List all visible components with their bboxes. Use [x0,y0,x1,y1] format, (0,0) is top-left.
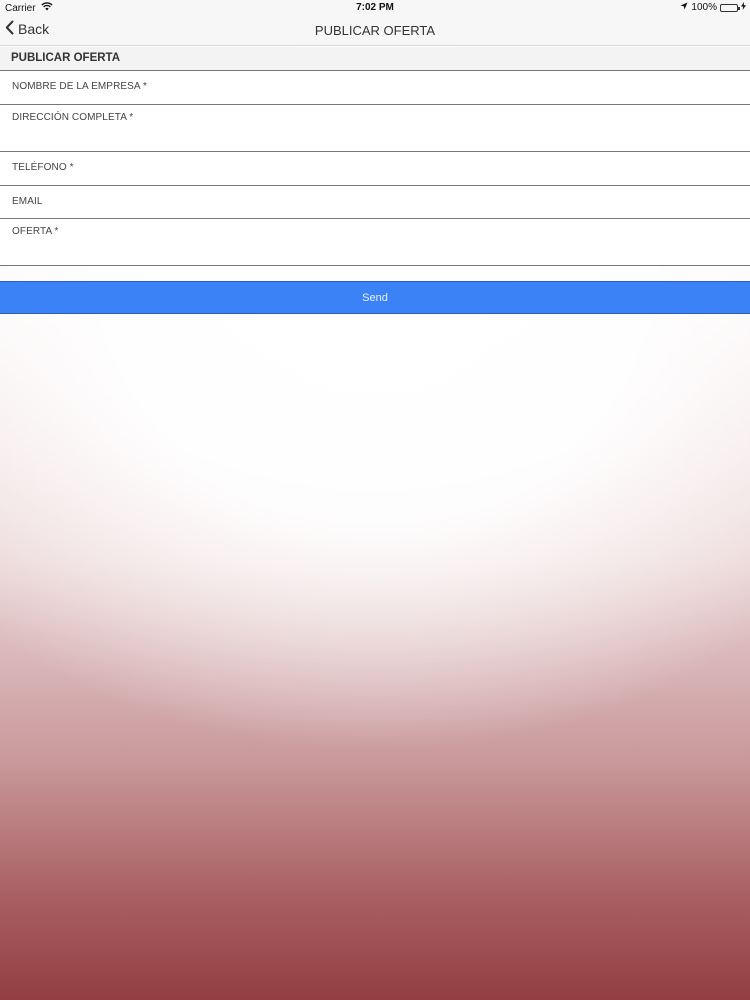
offer-label: OFERTA * [12,226,59,237]
page-title: PUBLICAR OFERTA [314,23,436,38]
navigation-bar: Back PUBLICAR OFERTA [0,16,750,46]
offer-field[interactable]: OFERTA * [0,219,750,266]
phone-input[interactable] [12,170,738,184]
send-button[interactable]: Send [0,281,750,314]
battery-icon [720,3,740,12]
status-right: 100% [680,2,746,13]
offer-input[interactable] [12,239,738,263]
company-name-field[interactable]: NOMBRE DE LA EMPRESA * [0,71,750,105]
section-title: PUBLICAR OFERTA [11,52,121,64]
email-input[interactable] [12,204,738,218]
email-field[interactable]: EMAIL [0,186,750,219]
status-bar: Carrier 7:02 PM 100% [0,0,750,16]
full-address-field[interactable]: DIRECCIÓN COMPLETA * [0,105,750,152]
full-address-input[interactable] [12,125,738,149]
offer-form: NOMBRE DE LA EMPRESA * DIRECCIÓN COMPLET… [0,71,750,266]
section-header: PUBLICAR OFERTA [0,47,750,71]
battery-percent: 100% [691,2,717,13]
charging-bolt-icon [741,2,746,13]
status-time: 7:02 PM [356,2,394,13]
full-address-label: DIRECCIÓN COMPLETA * [12,112,134,123]
location-arrow-icon [680,2,688,13]
phone-field[interactable]: TELÉFONO * [0,152,750,186]
company-name-input[interactable] [12,89,738,103]
